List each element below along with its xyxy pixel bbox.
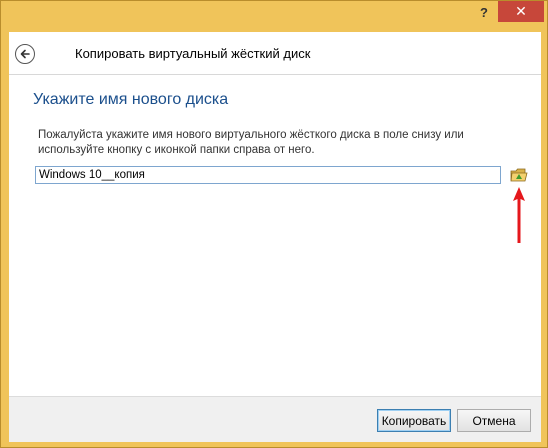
annotation-arrow <box>513 187 525 243</box>
wizard-page: Укажите имя нового диска Пожалуйста укаж… <box>9 74 541 397</box>
dialog-window: ? ✕ Копировать виртуальный жёсткий диск … <box>0 0 548 448</box>
help-button[interactable]: ? <box>471 1 497 23</box>
copy-button[interactable]: Копировать <box>377 409 451 432</box>
title-bar[interactable]: ? ✕ <box>1 1 547 31</box>
disk-name-input[interactable] <box>35 166 501 184</box>
page-heading: Укажите имя нового диска <box>33 91 229 108</box>
folder-browse-icon <box>510 168 528 182</box>
instructions-text: Пожалуйста укажите имя нового виртуально… <box>38 129 464 156</box>
wizard-title: Копировать виртуальный жёсткий диск <box>75 46 311 61</box>
button-bar: Копировать Отмена <box>9 396 541 442</box>
back-button[interactable] <box>15 44 35 64</box>
cancel-button[interactable]: Отмена <box>457 409 531 432</box>
close-button[interactable]: ✕ <box>498 1 544 22</box>
browse-folder-button[interactable] <box>509 166 529 184</box>
wizard-header: Копировать виртуальный жёсткий диск <box>9 32 541 74</box>
back-arrow-icon <box>20 49 30 59</box>
